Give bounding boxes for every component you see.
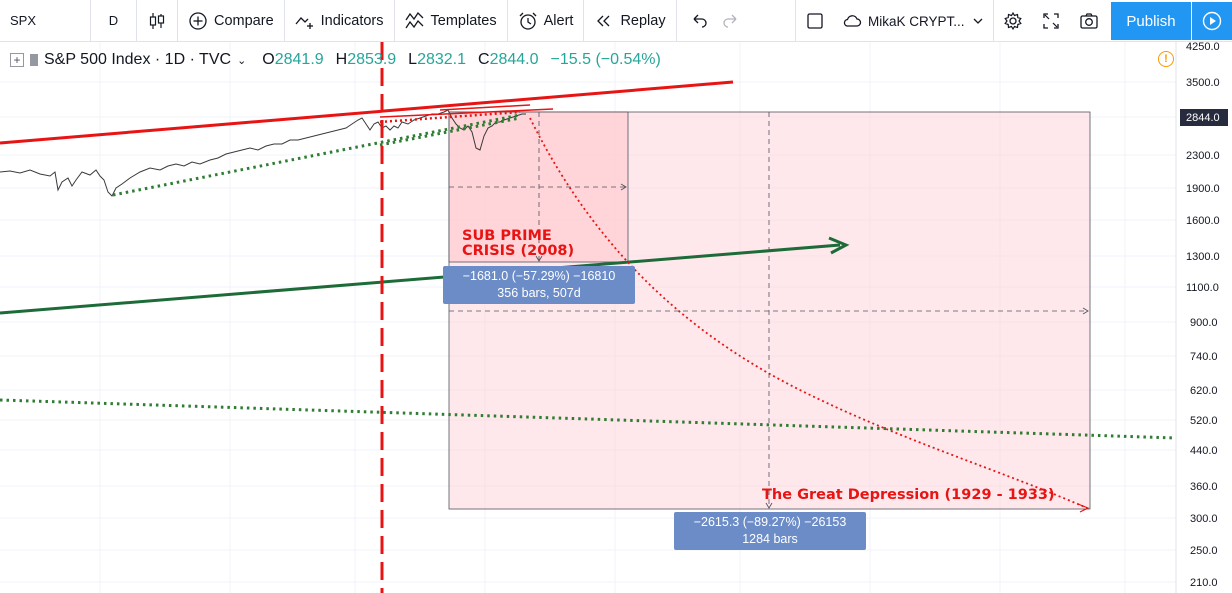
layout-name-label: MikaK CRYPT... (868, 13, 965, 29)
close-value: 2844.0 (489, 51, 539, 68)
open-panel-button[interactable] (1192, 2, 1232, 40)
subprime-measure-label[interactable]: −1681.0 (−57.29%) −16810 356 bars, 507d (443, 266, 635, 304)
publish-label: Publish (1126, 12, 1176, 30)
chevron-down-icon (971, 11, 985, 31)
price-axis: 4250.0 3500.0 2844.0 2300.0 1900.0 1600.… (1175, 42, 1232, 593)
legend-title: S&P 500 Index · 1D · TVC (44, 51, 232, 68)
price-tick: 1300.0 (1186, 251, 1220, 263)
open-label: O (262, 51, 275, 68)
cloud-icon (842, 11, 862, 31)
rewind-icon (594, 11, 614, 31)
high-value: 2853.9 (347, 51, 397, 68)
chart-type-button[interactable] (137, 0, 177, 42)
depression-measure-label[interactable]: −2615.3 (−89.27%) −26153 1284 bars (674, 512, 866, 550)
low-value: 2832.1 (417, 51, 467, 68)
alarm-clock-icon (518, 11, 538, 31)
low-label: L (408, 51, 418, 68)
templates-label: Templates (430, 12, 497, 29)
redo-button[interactable] (715, 0, 747, 42)
top-toolbar: SPX D Compare Indicators Templates Alert (0, 0, 1232, 42)
interval-label: D (108, 13, 119, 28)
indicators-button[interactable]: Indicators (285, 0, 394, 42)
symbol-search[interactable]: SPX (0, 0, 90, 42)
current-price-label: 2844.0 (1186, 112, 1220, 124)
compare-label: Compare (214, 12, 274, 29)
camera-icon (1079, 11, 1099, 31)
price-tick: 3500.0 (1186, 77, 1220, 89)
compare-button[interactable]: Compare (178, 0, 284, 42)
subprime-crisis-label[interactable]: SUB PRIME CRISIS (2008) (462, 229, 574, 259)
replay-button[interactable]: Replay (584, 0, 675, 42)
price-tick: 1900.0 (1186, 183, 1220, 195)
close-label: C (478, 51, 490, 68)
measure-text-line: −1681.0 (−57.29%) −16810 (462, 269, 616, 283)
price-tick: 4250.0 (1186, 42, 1220, 53)
great-depression-label[interactable]: The Great Depression (1929 - 1933) (762, 488, 1055, 503)
interval-button[interactable]: D (91, 0, 136, 42)
price-tick: 620.0 (1190, 385, 1218, 397)
symbol-legend: + S&P 500 Index · 1D · TVC ⌄ O 2841.9 H 28… (10, 50, 661, 70)
open-value: 2841.9 (274, 51, 324, 68)
alert-button[interactable]: Alert (508, 0, 584, 42)
undo-button[interactable] (677, 0, 715, 42)
price-tick: 520.0 (1190, 415, 1218, 427)
price-tick: 900.0 (1190, 317, 1218, 329)
candles-icon (147, 11, 167, 31)
chevron-down-icon[interactable]: ⌄ (237, 54, 246, 67)
fullscreen-icon (1041, 11, 1061, 31)
price-tick: 440.0 (1190, 445, 1218, 457)
measure-text-line: −2615.3 (−89.27%) −26153 (693, 515, 847, 529)
high-label: H (335, 51, 348, 68)
layout-name-button[interactable]: MikaK CRYPT... (834, 0, 993, 42)
price-tick: 360.0 (1190, 481, 1218, 493)
play-circle-icon (1202, 11, 1222, 31)
square-icon (805, 11, 825, 31)
templates-button[interactable]: Templates (395, 0, 507, 42)
symbol-label: SPX (10, 13, 37, 28)
price-tick: 2300.0 (1186, 150, 1220, 162)
alert-label: Alert (543, 12, 574, 29)
replay-label: Replay (620, 12, 666, 29)
publish-button[interactable]: Publish (1111, 2, 1191, 40)
price-tick: 250.0 (1190, 545, 1218, 557)
price-tick: 1600.0 (1186, 215, 1220, 227)
layout-select-checkbox[interactable] (796, 0, 834, 42)
plus-circle-icon (188, 11, 208, 31)
series-color-swatch (30, 54, 38, 66)
measure-text-line: 1284 bars (742, 532, 798, 546)
gear-icon (1003, 11, 1023, 31)
price-series (0, 109, 526, 197)
price-tick: 1100.0 (1186, 282, 1219, 294)
indicators-label: Indicators (320, 12, 384, 29)
indicators-icon (295, 11, 315, 31)
price-chart[interactable]: 4250.0 3500.0 2844.0 2300.0 1900.0 1600.… (0, 42, 1232, 593)
warning-icon[interactable]: ! (1158, 51, 1174, 67)
snapshot-button[interactable] (1070, 0, 1108, 42)
plus-icon[interactable]: + (10, 53, 24, 67)
chart-pane[interactable]: 4250.0 3500.0 2844.0 2300.0 1900.0 1600.… (0, 42, 1232, 593)
change-value: −15.5 (−0.54%) (550, 51, 661, 68)
settings-button[interactable] (994, 0, 1032, 42)
price-tick: 210.0 (1190, 577, 1218, 589)
measure-text-line: 356 bars, 507d (497, 286, 581, 300)
undo-icon (689, 11, 709, 31)
redo-icon (721, 11, 741, 31)
price-tick: 740.0 (1190, 351, 1218, 363)
fullscreen-button[interactable] (1032, 0, 1070, 42)
templates-icon (404, 11, 425, 31)
price-tick: 300.0 (1190, 513, 1218, 525)
